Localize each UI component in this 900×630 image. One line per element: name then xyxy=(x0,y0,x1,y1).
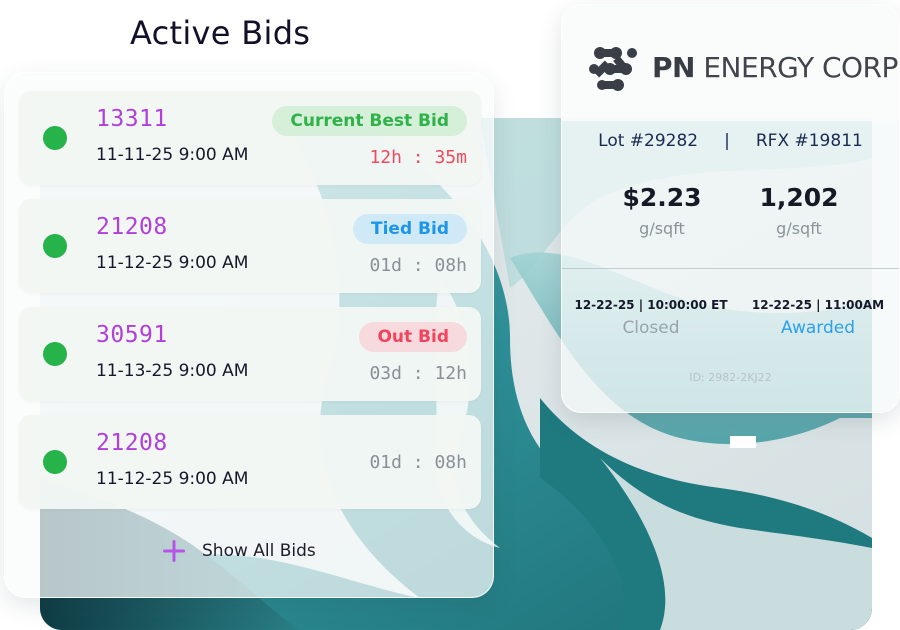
lot-summary-card[interactable]: PN ENERGY CORP Lot #29282 | RFX #19811 $2.… xyxy=(561,4,900,413)
card-id: ID: 2982-2KJ22 xyxy=(689,371,772,384)
separator: | xyxy=(724,131,730,151)
bid-number: 21208 xyxy=(96,430,168,456)
awarded-status[interactable]: Awarded xyxy=(733,318,899,338)
card-divider xyxy=(562,268,899,269)
page-title: Active Bids xyxy=(130,14,311,52)
bid-date: 11-12-25 9:00 AM xyxy=(96,469,249,489)
bid-date: 11-11-25 9:00 AM xyxy=(96,145,249,165)
bid-card[interactable]: 21208 11-12-25 9:00 AM Tied Bid 01d : 08… xyxy=(19,199,481,293)
lot-rfx-row: Lot #29282 | RFX #19811 xyxy=(562,131,899,151)
volume-value: 1,202 xyxy=(759,183,839,212)
time-remaining: 01d : 08h xyxy=(369,255,467,276)
closed-timestamp: 12-22-25 | 10:00:00 ET xyxy=(574,298,728,312)
show-all-bids-button[interactable]: Show All Bids xyxy=(160,536,316,566)
price-value: $2.23 xyxy=(622,183,702,212)
awarded-timestamp: 12-22-25 | 11:00AM xyxy=(751,298,885,312)
company-name-bold: PN xyxy=(652,51,695,84)
bid-number: 30591 xyxy=(96,322,168,348)
company-name: PN ENERGY CORP xyxy=(652,51,898,84)
bid-card[interactable]: 30591 11-13-25 9:00 AM Out Bid 03d : 12h xyxy=(19,307,481,401)
status-dot xyxy=(43,234,67,258)
bid-card[interactable]: 21208 11-12-25 9:00 AM 01d : 08h xyxy=(19,415,481,509)
bid-status-badge: Tied Bid xyxy=(353,214,467,244)
plus-icon xyxy=(163,540,185,562)
bid-number: 21208 xyxy=(96,214,168,240)
volume-unit: g/sqft xyxy=(776,219,822,238)
status-dot xyxy=(43,342,67,366)
price-unit: g/sqft xyxy=(639,219,685,238)
active-bids-panel: 13311 11-11-25 9:00 AM Current Best Bid … xyxy=(4,72,494,598)
closed-status: Closed xyxy=(622,318,680,338)
bid-number: 13311 xyxy=(96,106,168,132)
bid-date: 11-12-25 9:00 AM xyxy=(96,253,249,273)
bid-date: 11-13-25 9:00 AM xyxy=(96,361,249,381)
time-remaining: 12h : 35m xyxy=(369,147,467,168)
status-dot xyxy=(43,126,67,150)
rfx-number: RFX #19811 xyxy=(755,131,863,151)
time-remaining: 03d : 12h xyxy=(369,363,467,384)
bid-status-badge: Out Bid xyxy=(359,322,467,352)
company-name-rest: ENERGY CORP xyxy=(694,51,898,84)
dots-logo-icon xyxy=(589,47,637,91)
time-remaining: 01d : 08h xyxy=(369,452,467,473)
show-all-bids-label: Show All Bids xyxy=(202,541,316,561)
status-dot xyxy=(43,450,67,474)
bid-status-badge: Current Best Bid xyxy=(272,106,467,136)
lot-number: Lot #29282 xyxy=(598,131,699,151)
bid-card[interactable]: 13311 11-11-25 9:00 AM Current Best Bid … xyxy=(19,91,481,185)
